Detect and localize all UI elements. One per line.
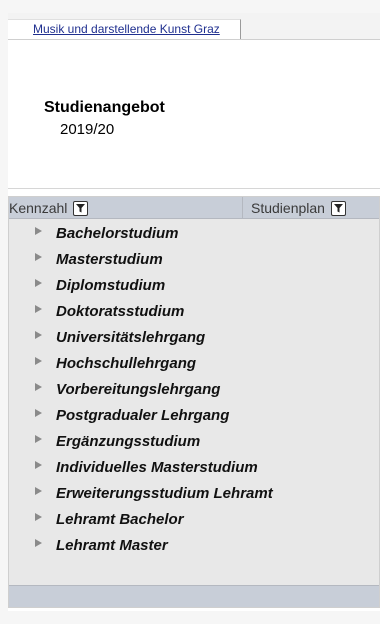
divider <box>8 188 380 189</box>
expand-arrow-icon[interactable] <box>35 227 42 235</box>
study-programs-grid: Kennzahl Studienplan Bachelorstudium Mas… <box>8 196 380 608</box>
list-item[interactable]: Lehramt Master <box>9 533 379 559</box>
list-item[interactable]: Hochschullehrgang <box>9 351 379 377</box>
expand-arrow-icon[interactable] <box>35 435 42 443</box>
grid-footer <box>9 585 379 607</box>
main-panel: Musik und darstellende Kunst Graz Studie… <box>8 13 380 611</box>
expand-arrow-icon[interactable] <box>35 253 42 261</box>
expand-arrow-icon[interactable] <box>35 357 42 365</box>
list-item[interactable]: Vorbereitungslehrgang <box>9 377 379 403</box>
expand-arrow-icon[interactable] <box>35 513 42 521</box>
column-studienplan-label: Studienplan <box>251 200 325 216</box>
program-list: Bachelorstudium Masterstudium Diplomstud… <box>9 221 379 559</box>
list-item[interactable]: Masterstudium <box>9 247 379 273</box>
page-title: Studienangebot <box>44 99 165 116</box>
list-item[interactable]: Diplomstudium <box>9 273 379 299</box>
tab-bar: Musik und darstellende Kunst Graz <box>8 13 380 40</box>
academic-year: 2019/20 <box>60 121 115 138</box>
expand-arrow-icon[interactable] <box>35 383 42 391</box>
column-kennzahl[interactable]: Kennzahl <box>9 197 234 219</box>
expand-arrow-icon[interactable] <box>35 305 42 313</box>
institution-link[interactable]: Musik und darstellende Kunst Graz <box>33 22 220 36</box>
list-item[interactable]: Doktoratsstudium <box>9 299 379 325</box>
tab-institution[interactable]: Musik und darstellende Kunst Graz <box>8 19 241 39</box>
list-item[interactable]: Postgradualer Lehrgang <box>9 403 379 429</box>
expand-arrow-icon[interactable] <box>35 539 42 547</box>
column-studienplan[interactable]: Studienplan <box>242 197 380 219</box>
expand-arrow-icon[interactable] <box>35 487 42 495</box>
list-item[interactable]: Individuelles Masterstudium <box>9 455 379 481</box>
list-item[interactable]: Erweiterungsstudium Lehramt <box>9 481 379 507</box>
list-item[interactable]: Universitätslehrgang <box>9 325 379 351</box>
expand-arrow-icon[interactable] <box>35 409 42 417</box>
filter-icon[interactable] <box>330 200 346 216</box>
column-kennzahl-label: Kennzahl <box>9 200 68 216</box>
grid-header: Kennzahl Studienplan <box>9 197 379 219</box>
list-item[interactable]: Lehramt Bachelor <box>9 507 379 533</box>
list-item[interactable]: Bachelorstudium <box>9 221 379 247</box>
list-item[interactable]: Ergänzungsstudium <box>9 429 379 455</box>
filter-icon[interactable] <box>73 200 89 216</box>
expand-arrow-icon[interactable] <box>35 331 42 339</box>
expand-arrow-icon[interactable] <box>35 279 42 287</box>
expand-arrow-icon[interactable] <box>35 461 42 469</box>
